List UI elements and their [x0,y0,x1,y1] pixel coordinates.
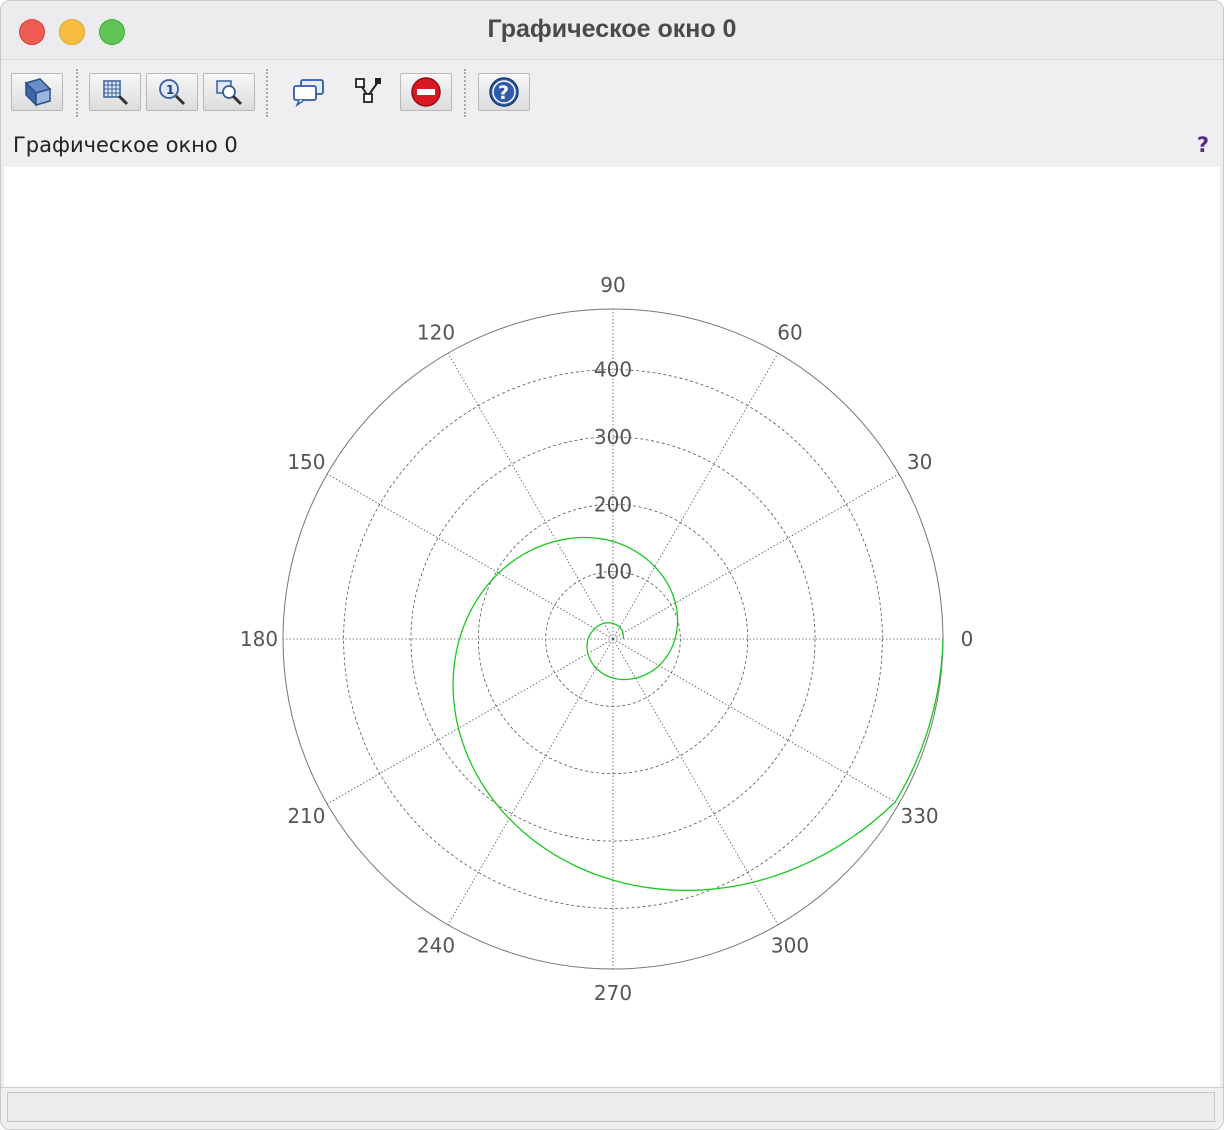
angle-tick-label: 60 [777,320,802,344]
stop-button[interactable] [400,73,452,111]
spiral-series [452,536,944,892]
angle-gridline [447,638,614,925]
polar-grid [282,308,944,970]
toolbar: 1 ? [1,61,1223,123]
figure-label: Графическое окно 0 [13,133,238,157]
angle-gridline [327,473,614,640]
figure-help-icon[interactable]: ? [1197,133,1209,157]
stop-icon [411,77,441,107]
angle-tick-label: 90 [600,273,625,297]
plot-canvas[interactable]: 0 30 60 90 120 150 180 210 240 270 300 330 100 200 300… [4,167,1220,1087]
angle-tick-label: 150 [287,450,325,474]
window-title: Графическое окно 0 [487,15,737,43]
svg-text:?: ? [498,82,509,104]
zoom-original-icon: 1 [159,79,186,106]
zoom-in-button[interactable] [89,73,141,111]
title-bar[interactable]: Графическое окно 0 [1,1,1223,60]
angle-gridline [327,638,614,805]
angle-tick-label: 120 [417,320,455,344]
datatip-icon [293,79,324,107]
rotate-icon [24,78,52,107]
radius-tick-label: 300 [594,425,632,449]
zoom-area-button[interactable] [203,73,255,111]
angle-tick-label: 300 [771,934,809,958]
toolbar-separator [266,69,268,117]
radius-tick-label: 200 [594,492,632,516]
radius-tick-label: 100 [594,560,632,584]
angle-tick-label: 30 [907,450,932,474]
graphic-window: Графическое окно 0 1 ? Графическое окно … [0,0,1224,1130]
angle-gridline [612,473,899,640]
polar-plot: 0 30 60 90 120 150 180 210 240 270 300 330 100 200 300… [240,273,974,1005]
help-button[interactable]: ? [478,73,530,111]
angle-gridline [612,638,899,805]
angle-tick-label: 240 [417,934,455,958]
toolbar-separator [76,69,78,117]
status-bar [1,1087,1223,1129]
zoom-in-icon [103,80,129,106]
svg-text:1: 1 [166,83,174,97]
graph-editor-icon [355,78,381,103]
rotate-button[interactable] [11,73,63,111]
angle-tick-label: 330 [900,804,938,828]
angle-tick-label: 180 [240,627,278,651]
angle-gridline [447,353,614,640]
graph-editor-button[interactable] [343,73,395,111]
angle-tick-label: 210 [287,804,325,828]
zoom-original-button[interactable]: 1 [146,73,198,111]
angle-gridline [612,353,779,640]
spiral-curve [452,536,944,892]
status-field [7,1092,1215,1122]
angle-tick-label: 0 [961,627,974,651]
radius-tick-label: 400 [594,358,632,382]
angle-tick-label: 270 [594,981,632,1005]
toolbar-separator [464,69,466,117]
datatip-button[interactable] [283,73,335,111]
zoom-area-icon [216,80,243,106]
help-icon: ? [489,77,519,107]
